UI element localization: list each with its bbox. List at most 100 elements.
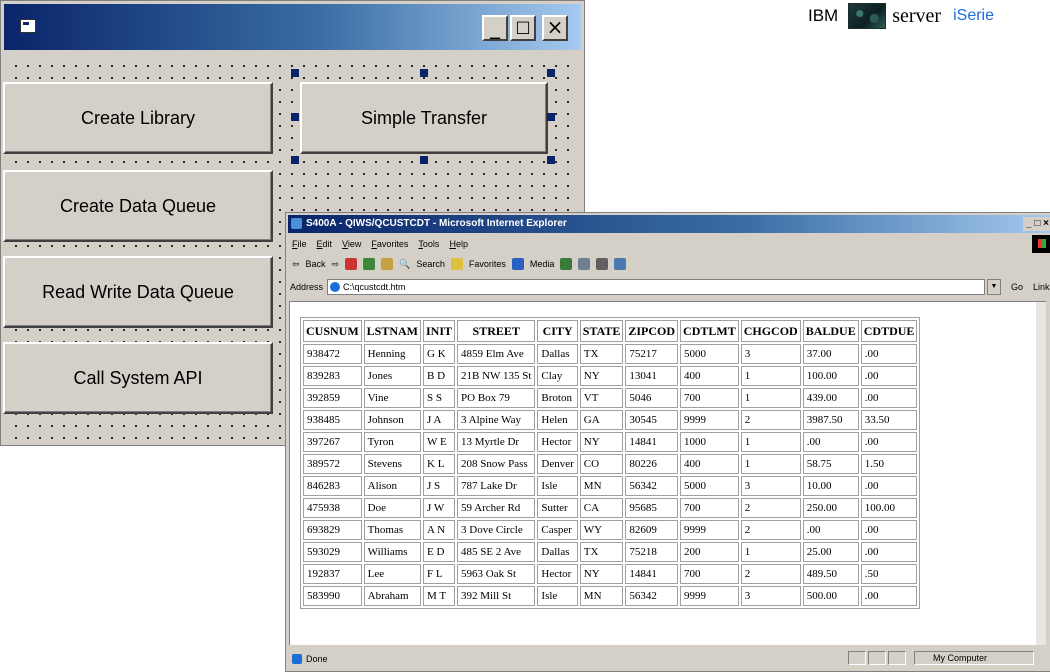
table-cell: CA xyxy=(579,498,624,518)
address-dropdown-icon[interactable]: ▼ xyxy=(987,279,1001,295)
go-button[interactable]: Go xyxy=(1011,282,1023,292)
eserver-logo-icon xyxy=(848,3,887,29)
forward-icon[interactable]: ⇨ xyxy=(332,259,340,270)
table-cell: 75218 xyxy=(625,542,679,562)
table-cell: .00 xyxy=(860,432,918,452)
vertical-scrollbar[interactable] xyxy=(1036,302,1046,645)
table-cell: M T xyxy=(423,586,456,606)
table-cell: 3987.50 xyxy=(802,410,859,430)
table-cell: Tyron xyxy=(363,432,422,452)
table-cell: 485 SE 2 Ave xyxy=(457,542,536,562)
table-cell: Isle xyxy=(537,476,578,496)
search-button[interactable]: Search xyxy=(416,259,445,269)
back-icon[interactable]: ⇦ xyxy=(292,259,300,270)
minimize-icon[interactable]: _ xyxy=(482,15,508,41)
table-cell: .00 xyxy=(860,476,918,496)
print-icon[interactable] xyxy=(596,258,609,270)
table-cell: Thomas xyxy=(363,520,422,540)
simple-transfer-button[interactable]: Simple Transfer xyxy=(300,82,548,154)
table-cell: 500.00 xyxy=(802,586,859,606)
table-cell: Dallas xyxy=(537,542,578,562)
resize-handle[interactable] xyxy=(291,69,299,77)
create-library-button[interactable]: Create Library xyxy=(3,82,273,154)
maximize-icon[interactable]: □ xyxy=(510,15,536,41)
table-cell: 1 xyxy=(740,454,801,474)
links-button[interactable]: Links xyxy=(1033,282,1050,292)
resize-handle[interactable] xyxy=(291,156,299,164)
menu-help[interactable]: Help xyxy=(449,239,468,249)
table-cell: F L xyxy=(423,564,456,584)
table-cell: 839283 xyxy=(303,366,362,386)
table-cell: .50 xyxy=(860,564,918,584)
table-cell: 700 xyxy=(680,498,739,518)
create-data-queue-button[interactable]: Create Data Queue xyxy=(3,170,273,242)
resize-handle[interactable] xyxy=(420,69,428,77)
table-body: 938472 Henning G K 4859 Elm Ave Dallas TX 7521… xyxy=(303,344,918,606)
address-input[interactable]: C:\qcustcdt.htm xyxy=(327,279,985,295)
media-button[interactable]: Media xyxy=(530,259,555,269)
vb-title-bar[interactable]: _ □ × xyxy=(4,4,581,50)
ie-browser-window[interactable]: S400A - QIWS/QCUSTCDT - Microsoft Intern… xyxy=(285,212,1050,672)
address-label: Address xyxy=(290,282,324,292)
edit-icon[interactable] xyxy=(614,258,627,270)
table-cell: 1.50 xyxy=(860,454,918,474)
read-write-data-queue-button[interactable]: Read Write Data Queue xyxy=(3,256,273,328)
table-cell: 59 Archer Rd xyxy=(457,498,536,518)
table-cell: 475938 xyxy=(303,498,362,518)
table-cell: 700 xyxy=(680,564,739,584)
window-controls[interactable]: _ □ × xyxy=(1023,217,1050,231)
table-cell: 95685 xyxy=(625,498,679,518)
ie-window-title: S400A - QIWS/QCUSTCDT - Microsoft Intern… xyxy=(306,218,567,229)
table-cell: 33.50 xyxy=(860,410,918,430)
call-system-api-button[interactable]: Call System API xyxy=(3,342,273,414)
table-cell: K L xyxy=(423,454,456,474)
table-cell: Lee xyxy=(363,564,422,584)
table-cell: .00 xyxy=(860,344,918,364)
resize-handle[interactable] xyxy=(291,113,299,121)
favorites-button[interactable]: Favorites xyxy=(469,259,506,269)
home-icon[interactable] xyxy=(381,258,394,270)
media-icon[interactable] xyxy=(511,258,524,270)
resize-handle[interactable] xyxy=(547,69,555,77)
resize-handle[interactable] xyxy=(547,113,555,121)
menu-view[interactable]: View xyxy=(342,239,361,249)
menu-tools[interactable]: Tools xyxy=(418,239,439,249)
refresh-icon[interactable] xyxy=(363,258,376,270)
close-icon[interactable]: × xyxy=(542,15,568,41)
menu-edit[interactable]: Edit xyxy=(317,239,333,249)
resize-handle[interactable] xyxy=(420,156,428,164)
table-cell: 1 xyxy=(740,432,801,452)
table-cell: 82609 xyxy=(625,520,679,540)
back-button[interactable]: Back xyxy=(306,259,326,269)
table-cell: 9999 xyxy=(680,586,739,606)
ie-address-bar: Address C:\qcustcdt.htm ▼ Go Links xyxy=(290,277,1050,297)
table-row: 583990 Abraham M T 392 Mill St Isle MN 56342 99… xyxy=(303,586,918,606)
ie-title-bar[interactable]: S400A - QIWS/QCUSTCDT - Microsoft Intern… xyxy=(288,215,1050,233)
table-cell: 2 xyxy=(740,498,801,518)
table-cell: 100.00 xyxy=(802,366,859,386)
table-cell: Hector xyxy=(537,564,578,584)
table-row: 693829 Thomas A N3 Dove Circle Casper WY 8260… xyxy=(303,520,918,540)
table-row: 397267 Tyron W E 13 Myrtle Dr Hector NY 14841 1… xyxy=(303,432,918,452)
search-icon[interactable]: 🔍 xyxy=(399,259,410,270)
mail-icon[interactable] xyxy=(578,258,591,270)
stop-icon[interactable] xyxy=(345,258,358,270)
history-icon[interactable] xyxy=(560,258,573,270)
table-row: 593029 Williams E D 485 SE 2 Ave Dallas TX 752… xyxy=(303,542,918,562)
resize-handle[interactable] xyxy=(547,156,555,164)
table-cell: 21B NW 135 St xyxy=(457,366,536,386)
table-cell: 13041 xyxy=(625,366,679,386)
column-header: CHGCOD xyxy=(740,320,801,342)
table-cell: MN xyxy=(579,476,624,496)
menu-favorites[interactable]: Favorites xyxy=(371,239,408,249)
favorites-icon[interactable] xyxy=(450,258,463,270)
column-header: CDTLMT xyxy=(680,320,739,342)
brand-ibm: IBM xyxy=(808,6,839,25)
table-cell: NY xyxy=(579,366,624,386)
table-cell: 5000 xyxy=(680,476,739,496)
table-cell: Johnson xyxy=(363,410,422,430)
table-cell: 938472 xyxy=(303,344,362,364)
table-cell: J S xyxy=(423,476,456,496)
table-cell: 2 xyxy=(740,410,801,430)
menu-file[interactable]: File xyxy=(292,239,307,249)
